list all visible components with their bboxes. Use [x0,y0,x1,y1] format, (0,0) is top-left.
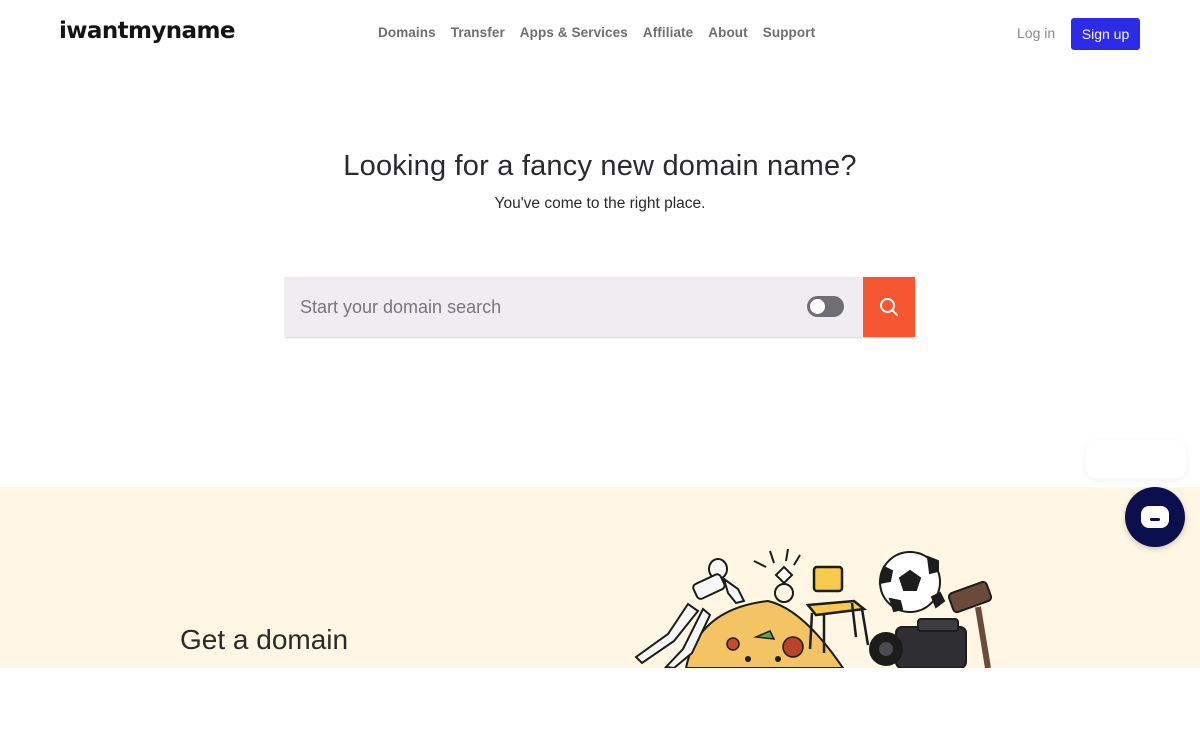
nav-apps-services[interactable]: Apps & Services [520,25,628,40]
collage-illustration [634,549,993,668]
chat-icon [1141,506,1169,528]
domain-search-bar [285,277,915,337]
hero-subtitle: You've come to the right place. [494,195,706,212]
search-button[interactable] [863,277,915,337]
search-icon [880,298,898,316]
nav-about[interactable]: About [708,25,747,40]
signup-button[interactable]: Sign up [1071,18,1140,50]
main-nav: Domains Transfer Apps & Services Affilia… [378,25,830,40]
nav-support[interactable]: Support [763,25,815,40]
domain-search-input[interactable] [285,277,863,337]
nav-affiliate[interactable]: Affiliate [643,25,693,40]
chat-button[interactable] [1125,487,1185,547]
search-mode-toggle[interactable] [807,296,844,317]
login-link[interactable]: Log in [1017,25,1055,41]
site-header: iwantmyname Domains Transfer Apps & Serv… [0,0,1200,68]
logo[interactable]: iwantmyname [59,18,235,44]
hero-title: Looking for a fancy new domain name? [343,150,857,182]
toggle-knob [810,299,825,314]
get-domain-section: Get a domain [0,487,1200,668]
nav-transfer[interactable]: Transfer [451,25,505,40]
section-title: Get a domain [180,624,349,655]
chat-greeting-bubble [1086,440,1186,478]
nav-domains[interactable]: Domains [378,25,436,40]
